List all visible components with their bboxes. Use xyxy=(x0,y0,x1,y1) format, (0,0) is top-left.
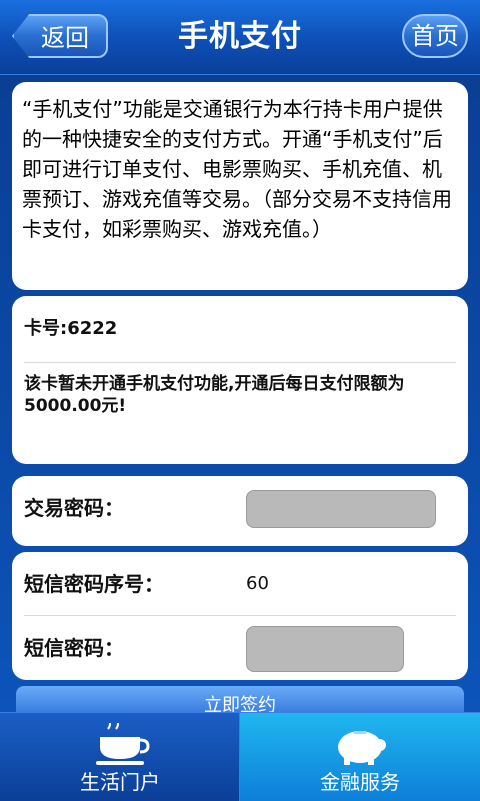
sign-up-button[interactable]: 立即签约 xyxy=(16,686,464,712)
sms-seq-label: 短信密码序号： xyxy=(24,572,164,596)
sign-up-label: 立即签约 xyxy=(204,695,276,712)
intro-text: “手机支付”功能是交通银行为本行持卡用户提供的一种快捷安全的支付方式。开通“手机… xyxy=(22,97,452,241)
piggy-bank-icon xyxy=(338,731,386,765)
tab-financial-services-label: 金融服务 xyxy=(320,770,400,794)
cup-icon xyxy=(96,723,150,765)
trade-password-label: 交易密码： xyxy=(24,496,124,520)
sms-password-input[interactable] xyxy=(246,626,404,672)
tab-financial-services[interactable]: 金融服务 xyxy=(240,713,480,801)
home-button[interactable]: 首页 xyxy=(402,14,468,58)
card-number: 卡号:6222 xyxy=(24,296,456,363)
card-info-panel: 卡号:6222 该卡暂未开通手机支付功能,开通后每日支付限额为5000.00元! xyxy=(12,296,468,464)
tab-life-portal-label: 生活门户 xyxy=(80,770,160,794)
sms-seq-value: 60 xyxy=(246,573,269,594)
trade-password-row: 交易密码： xyxy=(12,476,468,540)
trade-password-panel: 交易密码： xyxy=(12,476,468,546)
tab-life-portal[interactable]: 生活门户 xyxy=(0,713,240,801)
sms-panel: 短信密码序号： 60 短信密码： xyxy=(12,552,468,680)
sms-seq-row: 短信密码序号： 60 xyxy=(12,552,468,616)
trade-password-input[interactable] xyxy=(246,490,436,528)
bottom-tab-bar: 生活门户 金融服务 xyxy=(0,712,480,801)
card-notice: 该卡暂未开通手机支付功能,开通后每日支付限额为5000.00元! xyxy=(24,374,405,416)
header-bar: 手机支付 返回 首页 xyxy=(0,0,480,75)
sms-password-row: 短信密码： xyxy=(12,616,468,680)
intro-panel: “手机支付”功能是交通银行为本行持卡用户提供的一种快捷安全的支付方式。开通“手机… xyxy=(12,82,468,290)
sms-password-label: 短信密码： xyxy=(24,636,124,660)
back-button[interactable]: 返回 xyxy=(12,14,108,58)
